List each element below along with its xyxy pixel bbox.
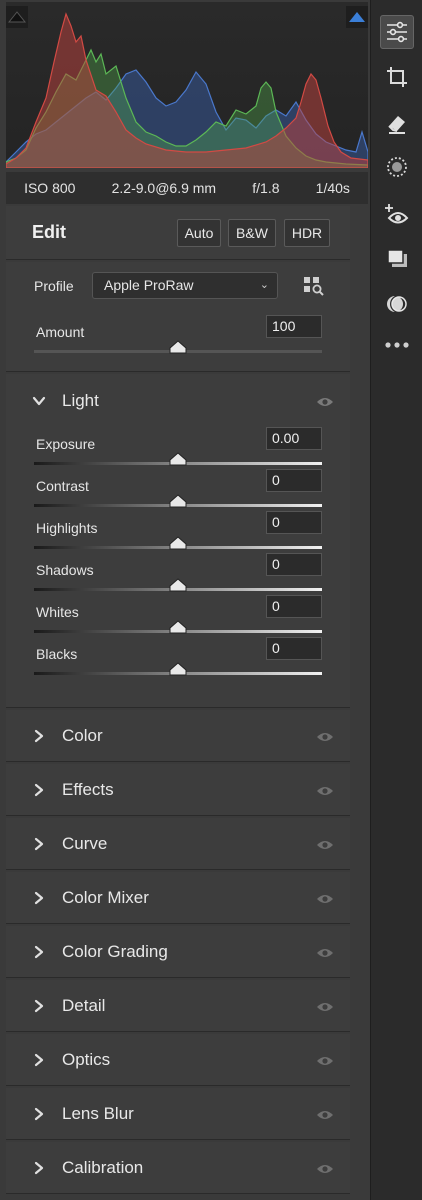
profile-label: Profile (34, 278, 74, 294)
more-icon[interactable] (380, 328, 414, 362)
chevron-right-icon (32, 891, 46, 905)
optics-section[interactable]: Optics (6, 1034, 350, 1086)
shutter-value: 1/40s (315, 180, 350, 196)
blacks-thumb[interactable] (169, 662, 187, 676)
edit-sliders-icon[interactable] (380, 15, 414, 49)
contrast-label: Contrast (36, 478, 89, 494)
profile-browser-icon[interactable] (302, 275, 326, 297)
chevron-right-icon (32, 729, 46, 743)
edit-title: Edit (32, 222, 66, 242)
effects-title: Effects (62, 780, 114, 799)
chevron-right-icon (32, 999, 46, 1013)
aperture-value: f/1.8 (252, 180, 280, 196)
eye-icon[interactable] (316, 1000, 334, 1012)
chevron-right-icon (32, 1053, 46, 1067)
whites-thumb[interactable] (169, 620, 187, 634)
color-mixer-title: Color Mixer (62, 888, 149, 907)
snapshots-icon[interactable] (380, 287, 414, 321)
profile-dropdown[interactable]: Apple ProRaw ⌄ (92, 272, 278, 299)
shadow-clipping-indicator[interactable] (6, 6, 28, 28)
chevron-down-icon (32, 394, 46, 408)
color-grading-title: Color Grading (62, 942, 168, 961)
highlight-clipping-indicator[interactable] (346, 6, 368, 28)
iso-value: ISO 800 (24, 180, 76, 196)
lens-value: 2.2-9.0@6.9 mm (111, 180, 217, 196)
masking-icon[interactable] (380, 150, 414, 184)
histogram (6, 2, 368, 168)
contrast-value-field[interactable]: 0 (266, 469, 322, 492)
exposure-label: Exposure (36, 436, 96, 452)
calibration-title: Calibration (62, 1158, 144, 1177)
eye-icon[interactable] (316, 838, 334, 850)
light-title: Light (62, 391, 99, 410)
camera-info-bar: ISO 800 2.2-9.0@6.9 mm f/1.8 1/40s (6, 172, 368, 204)
crop-icon[interactable] (380, 60, 414, 94)
eye-icon[interactable] (316, 892, 334, 904)
color-section[interactable]: Color (6, 710, 350, 762)
detail-section[interactable]: Detail (6, 980, 350, 1032)
lens-blur-title: Lens Blur (62, 1104, 134, 1123)
eraser-icon[interactable] (380, 106, 414, 140)
shadows-label: Shadows (36, 562, 94, 578)
chevron-right-icon (32, 1107, 46, 1121)
contrast-thumb[interactable] (169, 494, 187, 508)
shadows-thumb[interactable] (169, 578, 187, 592)
right-toolbar (370, 0, 422, 1200)
profile-section: Profile Apple ProRaw ⌄ Amount 100 (6, 262, 350, 372)
optics-title: Optics (62, 1050, 111, 1069)
red-eye-icon[interactable] (380, 198, 414, 232)
effects-section[interactable]: Effects (6, 764, 350, 816)
presets-icon[interactable] (380, 242, 414, 276)
blacks-value-field[interactable]: 0 (266, 637, 322, 660)
amount-value-field[interactable]: 100 (266, 315, 322, 338)
light-section: Light Exposure 0.00 Contrast 0 Highlights 0 Sh… (6, 374, 350, 708)
eye-icon[interactable] (316, 946, 334, 958)
exposure-value-field[interactable]: 0.00 (266, 427, 322, 450)
detail-title: Detail (62, 996, 106, 1015)
whites-value-field[interactable]: 0 (266, 595, 322, 618)
highlights-label: Highlights (36, 520, 98, 536)
chevron-right-icon (32, 945, 46, 959)
whites-label: Whites (36, 604, 79, 620)
eye-icon[interactable] (316, 730, 334, 742)
eye-icon[interactable] (316, 1108, 334, 1120)
amount-slider: Amount 100 (34, 315, 324, 364)
highlights-value-field[interactable]: 0 (266, 511, 322, 534)
chevron-right-icon (32, 1161, 46, 1175)
exposure-thumb[interactable] (169, 452, 187, 466)
eye-icon[interactable] (316, 784, 334, 796)
amount-thumb[interactable] (169, 340, 187, 354)
eye-icon[interactable] (316, 1054, 334, 1066)
eye-icon[interactable] (316, 395, 334, 407)
chevron-right-icon (32, 837, 46, 851)
profile-selected-value: Apple ProRaw (104, 277, 194, 293)
bw-button[interactable]: B&W (228, 219, 276, 247)
color-grading-section[interactable]: Color Grading (6, 926, 350, 978)
calibration-section[interactable]: Calibration (6, 1142, 350, 1194)
curve-section[interactable]: Curve (6, 818, 350, 870)
auto-button[interactable]: Auto (177, 219, 221, 247)
curve-title: Curve (62, 834, 108, 853)
color-title: Color (62, 726, 103, 745)
highlights-thumb[interactable] (169, 536, 187, 550)
hdr-button[interactable]: HDR (284, 219, 330, 247)
shadows-value-field[interactable]: 0 (266, 553, 322, 576)
color-mixer-section[interactable]: Color Mixer (6, 872, 350, 924)
edit-panel: ISO 800 2.2-9.0@6.9 mm f/1.8 1/40s Edit … (0, 0, 370, 1200)
blacks-label: Blacks (36, 646, 78, 662)
chevron-down-icon: ⌄ (259, 279, 269, 291)
lens-blur-section[interactable]: Lens Blur (6, 1088, 350, 1140)
eye-icon[interactable] (316, 1162, 334, 1174)
blacks-slider: Blacks 0 (34, 637, 324, 686)
chevron-right-icon (32, 783, 46, 797)
histogram-graph (6, 2, 368, 168)
edit-header: Edit Auto B&W HDR (6, 206, 350, 260)
amount-label: Amount (36, 324, 85, 340)
